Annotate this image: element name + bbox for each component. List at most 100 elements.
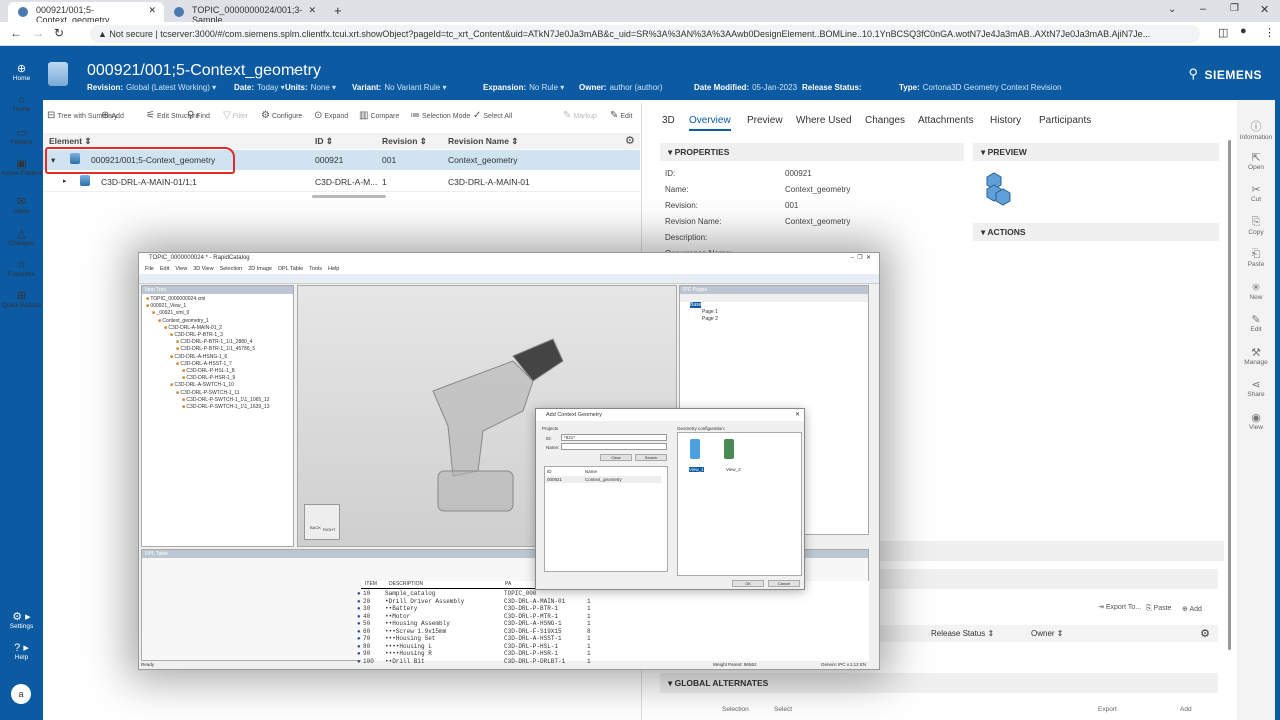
sidebar-item-favorites[interactable]: ☆ Favorites — [0, 258, 43, 278]
tool-cut[interactable]: ✂ Cut — [1237, 183, 1275, 203]
tool-manage[interactable]: ⚒ Manage — [1237, 346, 1275, 366]
tree-node[interactable]: ■ C3D-DRL-A-SWTCH-1_10 — [146, 382, 289, 389]
tree-node[interactable]: ■ C3D-DRL-P-BTR-1_1\1_45786_5 — [146, 346, 289, 353]
cancel-button[interactable]: Cancel — [768, 580, 800, 587]
tab-overview[interactable]: Overview — [689, 115, 731, 131]
add-button[interactable]: Add — [1180, 706, 1192, 713]
sidebar-item-help[interactable]: ? ▸ Help — [0, 641, 43, 661]
toolbar-select-all[interactable]: ✓ Select All — [473, 110, 512, 121]
browser-tab[interactable]: 000921/001;5-Context_geometry ✕ — [8, 2, 164, 25]
sidebar-item-folders[interactable]: ▭ Folders — [0, 126, 43, 146]
profile-icon[interactable]: ● — [1240, 25, 1247, 37]
preview-section[interactable]: ▾ PREVIEW — [973, 143, 1219, 161]
collapsed-section[interactable] — [880, 541, 1224, 561]
paste-button[interactable]: ⎘ Paste — [1146, 605, 1171, 613]
meta-field[interactable]: Units: None ▾ — [285, 83, 348, 92]
collapsed-section[interactable] — [880, 569, 1218, 589]
vertical-scrollbar[interactable] — [1228, 140, 1231, 650]
sidebar-item-changes[interactable]: △ Changes — [0, 227, 43, 247]
tree-node[interactable]: ■ C3D-DRL-A-MAIN-01_2 — [146, 325, 289, 332]
menu-item[interactable]: Help — [328, 266, 339, 272]
toolbar-add[interactable]: ⊕ Add — [101, 110, 124, 121]
tree-node[interactable]: Base — [690, 302, 702, 308]
tree-node[interactable]: Page 1 — [680, 309, 868, 316]
menu-item[interactable]: 3D View — [193, 266, 213, 272]
toolbar-find[interactable]: ⚲ Find — [187, 110, 210, 121]
menu-item[interactable]: File — [145, 266, 154, 272]
expand-icon[interactable]: ▸ — [63, 177, 67, 185]
tool-paste[interactable]: ⎗ Paste — [1237, 248, 1275, 268]
avatar[interactable]: a — [11, 684, 31, 704]
tab-history[interactable]: History — [990, 115, 1021, 126]
tree-node[interactable]: ■ TOPIC_0000000024.xml — [146, 296, 289, 303]
select-button[interactable]: Select — [774, 706, 792, 713]
close-window-button[interactable]: ✕ — [1260, 3, 1269, 16]
settings-icon[interactable]: ⚙ — [1200, 627, 1210, 640]
tool-copy[interactable]: ⎘ Copy — [1237, 216, 1275, 236]
tab-search-icon[interactable]: ⌄ — [1168, 4, 1176, 15]
tree-node[interactable]: ■ C3D-DRL-P-HSR-1_9 — [146, 375, 289, 382]
side-panel-icon[interactable]: ◫ — [1218, 26, 1228, 39]
tab-where-used[interactable]: Where Used — [796, 115, 852, 126]
tree-node[interactable]: ■ Context_geometry_1 — [146, 318, 289, 325]
ok-button[interactable]: OK — [732, 580, 764, 587]
menu-icon[interactable]: ⋮ — [1264, 26, 1275, 39]
search-button[interactable]: Search — [635, 454, 667, 461]
menu-item[interactable]: 2D Image — [248, 266, 272, 272]
close-icon[interactable]: ✕ — [308, 5, 316, 16]
restore-button[interactable]: ❐ — [1230, 3, 1239, 14]
add-button[interactable]: ⊕ Add — [1182, 605, 1202, 613]
tree-node[interactable]: Page 2 — [680, 316, 868, 323]
export-button[interactable]: ⇥ Export To... — [1098, 603, 1141, 611]
tree-node[interactable]: ■ C3D-DRL-P-BTR-1_1\1_2880_4 — [146, 339, 289, 346]
edit-button[interactable]: ✎ Edit — [610, 110, 632, 121]
meta-field[interactable]: Expansion: No Rule ▾ — [483, 83, 576, 92]
menu-item[interactable]: Selection — [220, 266, 243, 272]
clear-button[interactable]: Clear — [600, 454, 632, 461]
tree-node[interactable]: ■ C3D-DRL-P-HSL-1_8 — [146, 368, 289, 375]
menu-item[interactable]: DPL Table — [278, 266, 303, 272]
tool-information[interactable]: ⓘ Information — [1237, 118, 1275, 141]
new-tab-button[interactable]: + — [334, 3, 342, 18]
horizontal-scrollbar[interactable] — [312, 195, 386, 198]
minimize-button[interactable]: – — [1200, 3, 1206, 15]
tool-edit[interactable]: ✎ Edit — [1237, 313, 1275, 333]
menu-item[interactable]: Tools — [309, 266, 322, 272]
selection-button[interactable]: Selection — [722, 706, 749, 713]
tree-node[interactable]: ■ C3D-DRL-P-SWTCH-1_1\1_1065_12 — [146, 397, 289, 404]
search-icon[interactable]: ⚲ — [1188, 66, 1198, 82]
tree-node[interactable]: ■ C3D-DRL-P-SWTCH-1_1\1_1639_13 — [146, 404, 289, 411]
view-thumbnail[interactable] — [690, 439, 700, 459]
tab-attachments[interactable]: Attachments — [918, 115, 974, 126]
sidebar-item-inbox[interactable]: ✉ Inbox — [0, 195, 43, 215]
tool-new[interactable]: ✳ New — [1237, 281, 1275, 301]
close-icon[interactable]: ✕ — [148, 5, 156, 16]
tree-node[interactable]: ■ 000921_View_1 — [146, 303, 289, 310]
table-row[interactable]: ▸ C3D-DRL-A-MAIN-01/1;1 C3D-DRL-A-M... 1… — [43, 172, 640, 192]
tool-share[interactable]: ⋖ Share — [1237, 378, 1275, 398]
tab-3d[interactable]: 3D — [662, 115, 675, 126]
markup-button[interactable]: ✎ Markup — [563, 110, 597, 121]
window-controls[interactable]: – ❐ ✕ — [851, 254, 871, 261]
toolbar-expand[interactable]: ⊙ Expand — [314, 110, 348, 121]
browser-tab[interactable]: TOPIC_0000000024/001;3-Sample ✕ — [164, 2, 324, 25]
tree-node[interactable]: ■ C3D-DRL-A-HSNG-1_6 — [146, 354, 289, 361]
sidebar-item-home[interactable]: ⊕ Home — [0, 62, 43, 82]
reload-icon[interactable]: ↻ — [54, 26, 64, 40]
id-input[interactable]: *921* — [561, 434, 667, 441]
sidebar-item-quick-access[interactable]: ⊞ Quick Access — [0, 289, 43, 309]
toolbar-filter[interactable]: ▽ Filter — [223, 110, 248, 121]
menu-item[interactable]: Edit — [160, 266, 169, 272]
tree-node[interactable]: ■ _00921_xml_0 — [146, 310, 289, 317]
url-input[interactable]: ▲ Not secure | tcserver:3000/#/com.sieme… — [90, 25, 1200, 43]
forward-icon[interactable]: → — [32, 26, 44, 40]
global-alternates-section[interactable]: ▾ GLOBAL ALTERNATES — [660, 673, 1218, 693]
meta-field[interactable]: Variant: No Variant Rule ▾ — [352, 83, 458, 92]
tool-open[interactable]: ⇱ Open — [1237, 151, 1275, 171]
tool-view[interactable]: ◉ View — [1237, 411, 1275, 431]
meta-field[interactable]: Revision: Global (Latest Working) ▾ — [87, 83, 228, 92]
sidebar-item-settings[interactable]: ⚙ ▸ Settings — [0, 610, 43, 630]
name-input[interactable] — [561, 443, 667, 450]
tree-node[interactable]: ■ C3D-DRL-A-HSST-1_7 — [146, 361, 289, 368]
back-icon[interactable]: ← — [10, 26, 22, 40]
